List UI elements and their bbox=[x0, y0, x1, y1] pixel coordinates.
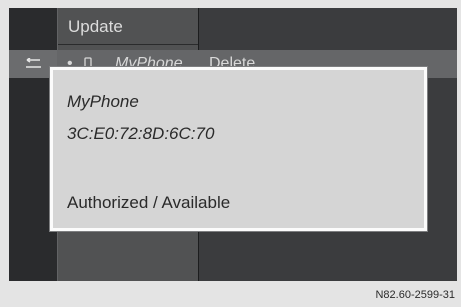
popup-device-name: MyPhone bbox=[67, 92, 139, 111]
popup-device-status: Authorized / Available bbox=[67, 193, 231, 212]
popup-device-address: 3C:E0:72:8D:6C:70 bbox=[67, 124, 215, 143]
update-menu-item[interactable]: Update bbox=[58, 8, 198, 45]
back-arrow-icon bbox=[26, 58, 41, 68]
figure-code: N82.60-2599-31 bbox=[375, 289, 455, 301]
display-screen: Update • MyPhone Delete MyPhone 3C:E0:72… bbox=[9, 8, 457, 281]
device-info-popup: MyPhone 3C:E0:72:8D:6C:70 Authorized / A… bbox=[50, 67, 427, 231]
